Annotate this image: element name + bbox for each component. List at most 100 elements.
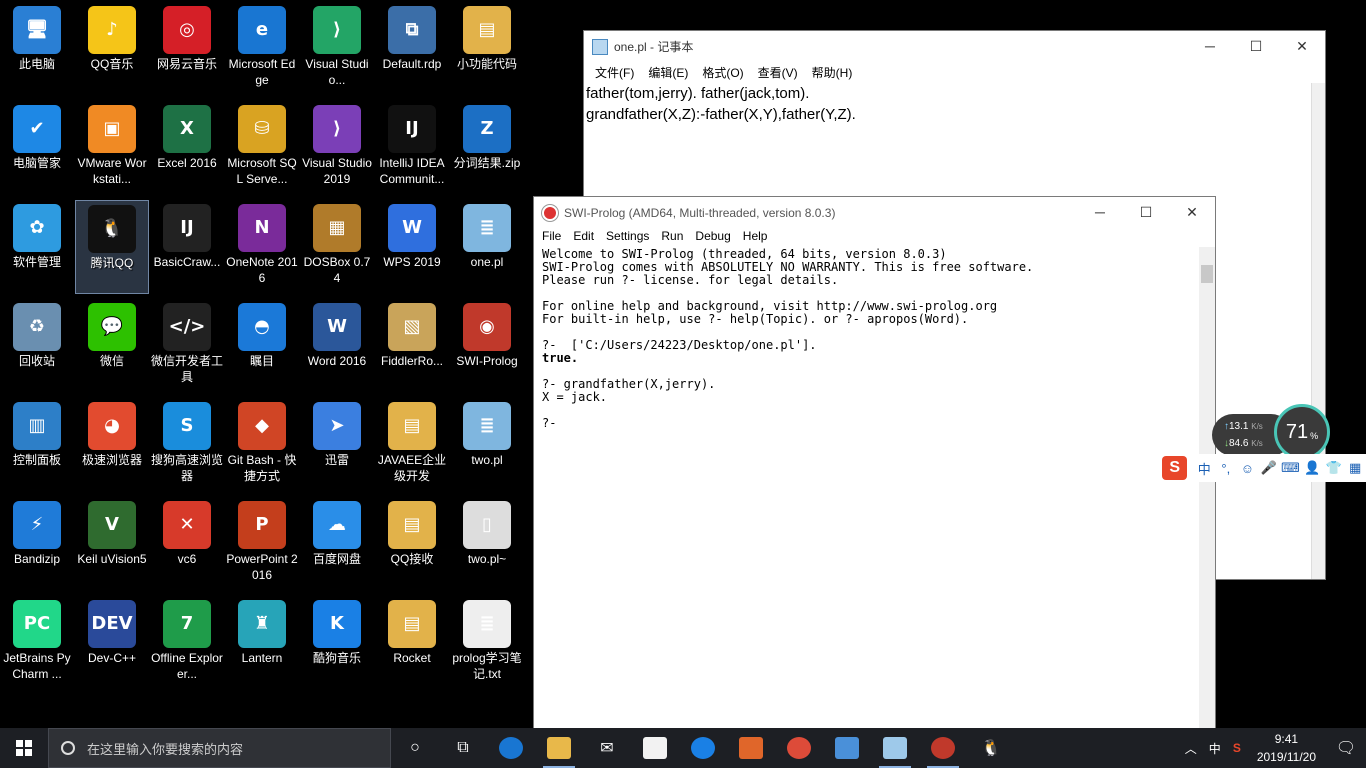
control-panel-icon[interactable] [823,728,871,768]
skin-icon[interactable]: 👕 [1323,460,1345,476]
desktop-icon[interactable]: ≣ one.pl [450,200,524,294]
close-button[interactable]: ✕ [1279,31,1325,61]
desktop-icon[interactable]: 🐧 腾讯QQ [75,200,149,294]
desktop-icon[interactable]: ⧉ Default.rdp [375,2,449,96]
desktop-icon[interactable]: ⛁ Microsoft SQL Serve... [225,101,299,195]
desktop-icon[interactable]: ▤ QQ接收 [375,497,449,591]
desktop-icon[interactable]: Z 分词结果.zip [450,101,524,195]
ime-punct-toggle[interactable]: °, [1215,461,1237,476]
desktop-icon[interactable]: ◎ 网易云音乐 [150,2,224,96]
prolog-console[interactable]: Welcome to SWI-Prolog (threaded, 64 bits… [542,248,1197,731]
desktop-icon[interactable]: P PowerPoint 2016 [225,497,299,591]
desktop-icon[interactable]: ✕ vc6 [150,497,224,591]
desktop-icon[interactable]: ◓ 瞩目 [225,299,299,393]
taskbar-search-box[interactable]: 在这里输入你要搜索的内容 [48,728,391,768]
minimize-button[interactable]: ─ [1077,197,1123,227]
desktop-icon[interactable]: 💬 微信 [75,299,149,393]
menu-help[interactable]: Help [737,228,774,246]
network-monitor-widget[interactable]: ↑13.1 K/s ↓84.6 K/s 71% [1212,404,1332,460]
desktop-icon[interactable]: IJ BasicCraw... [150,200,224,294]
task-view-icon[interactable]: ⧉ [439,728,487,768]
file-explorer-icon[interactable] [535,728,583,768]
tray-input-language[interactable]: 中 [1203,740,1227,757]
desktop-icon[interactable]: e Microsoft Edge [225,2,299,96]
desktop-icon[interactable]: N OneNote 2016 [225,200,299,294]
prolog-scrollbar[interactable] [1199,247,1215,731]
swi-prolog-window[interactable]: SWI-Prolog (AMD64, Multi-threaded, versi… [533,196,1216,732]
sogou-logo-icon[interactable]: S [1162,456,1188,480]
mail-icon[interactable]: ✉ [583,728,631,768]
microphone-icon[interactable]: 🎤 [1258,460,1280,476]
desktop-icon[interactable]: ▤ JAVAEE企业级开发 [375,398,449,492]
desktop-icon[interactable]: PC JetBrains PyCharm ... [0,596,74,690]
matlab-icon[interactable] [727,728,775,768]
notepad-taskbar-icon[interactable] [871,728,919,768]
desktop-icon[interactable]: ♻ 回收站 [0,299,74,393]
desktop-icon[interactable]: ⚡ Bandizip [0,497,74,591]
menu-help[interactable]: 帮助(H) [805,62,860,82]
desktop-icon[interactable]: ▧ FiddlerRo... [375,299,449,393]
memory-usage-gauge[interactable]: 71% [1274,404,1330,460]
scrollbar-thumb[interactable] [1201,265,1213,283]
start-button[interactable] [0,728,48,768]
tray-chevron-up-icon[interactable]: ︿ [1179,740,1203,757]
notepad-scrollbar[interactable] [1311,83,1325,579]
kugou-icon[interactable] [679,728,727,768]
tray-sogou-icon[interactable]: S [1227,741,1247,755]
menu-edit[interactable]: 编辑(E) [641,62,695,82]
menu-debug[interactable]: Debug [689,228,736,246]
emoji-icon[interactable]: ☺ [1237,461,1259,476]
desktop-icon[interactable]: ⟩ Visual Studio... [300,2,374,96]
qq-icon[interactable]: 🐧 [967,728,1015,768]
desktop-icon[interactable]: K 酷狗音乐 [300,596,374,690]
menu-view[interactable]: 查看(V) [751,62,805,82]
edge-icon[interactable] [487,728,535,768]
desktop-icon[interactable]: ◕ 极速浏览器 [75,398,149,492]
grid-icon[interactable]: ▦ [1344,460,1366,476]
desktop-icon[interactable]: ▣ VMware Workstati... [75,101,149,195]
store-icon[interactable] [631,728,679,768]
menu-run[interactable]: Run [655,228,689,246]
desktop-icon[interactable]: DEV Dev-C++ [75,596,149,690]
desktop-icon[interactable]: ▯ two.pl~ [450,497,524,591]
cortana-icon[interactable]: ○ [391,728,439,768]
ime-lang-toggle[interactable]: 中 [1193,459,1215,478]
desktop-icon[interactable]: ≣ two.pl [450,398,524,492]
taskbar-clock[interactable]: 9:41 2019/11/20 [1247,730,1326,766]
maximize-button[interactable]: ☐ [1233,31,1279,61]
menu-file[interactable]: 文件(F) [588,62,641,82]
close-button[interactable]: ✕ [1169,197,1215,227]
desktop-icon[interactable]: S 搜狗高速浏览器 [150,398,224,492]
desktop-icon[interactable]: W WPS 2019 [375,200,449,294]
desktop-icon[interactable]: ✿ 软件管理 [0,200,74,294]
desktop-icon[interactable]: ◉ SWI-Prolog [450,299,524,393]
desktop-icon[interactable]: ▥ 控制面板 [0,398,74,492]
desktop-icon[interactable]: ◆ Git Bash - 快捷方式 [225,398,299,492]
desktop-icon[interactable]: ➤ 迅雷 [300,398,374,492]
user-icon[interactable]: 👤 [1301,460,1323,476]
swi-prolog-taskbar-icon[interactable] [919,728,967,768]
desktop-icon[interactable]: ⟩ Visual Studio 2019 [300,101,374,195]
maximize-button[interactable]: ☐ [1123,197,1169,227]
desktop-icon[interactable]: ▦ DOSBox 0.74 [300,200,374,294]
menu-format[interactable]: 格式(O) [695,62,750,82]
desktop-icon[interactable]: ♪ QQ音乐 [75,2,149,96]
desktop-icon[interactable]: ☁ 百度网盘 [300,497,374,591]
minimize-button[interactable]: ─ [1187,31,1233,61]
desktop-icon[interactable]: W Word 2016 [300,299,374,393]
menu-file[interactable]: File [536,228,567,246]
desktop-icon[interactable]: X Excel 2016 [150,101,224,195]
ime-toolbar[interactable]: S 中 °, ☺ 🎤 ⌨ 👤 👕 ▦ [1160,454,1366,482]
desktop-icon[interactable]: ▤ 小功能代码 [450,2,524,96]
chrome-icon[interactable] [775,728,823,768]
desktop-icon[interactable]: IJ IntelliJ IDEA Communit... [375,101,449,195]
keyboard-icon[interactable]: ⌨ [1280,460,1302,476]
desktop-icon[interactable]: ♜ Lantern [225,596,299,690]
menu-edit[interactable]: Edit [567,228,600,246]
desktop-icon[interactable]: ≣ prolog学习笔记.txt [450,596,524,690]
menu-settings[interactable]: Settings [600,228,655,246]
desktop-icon[interactable]: ▤ Rocket [375,596,449,690]
desktop-icon[interactable]: </> 微信开发者工具 [150,299,224,393]
desktop-icon[interactable]: ✔ 电脑管家 [0,101,74,195]
desktop-icon[interactable]: V Keil uVision5 [75,497,149,591]
